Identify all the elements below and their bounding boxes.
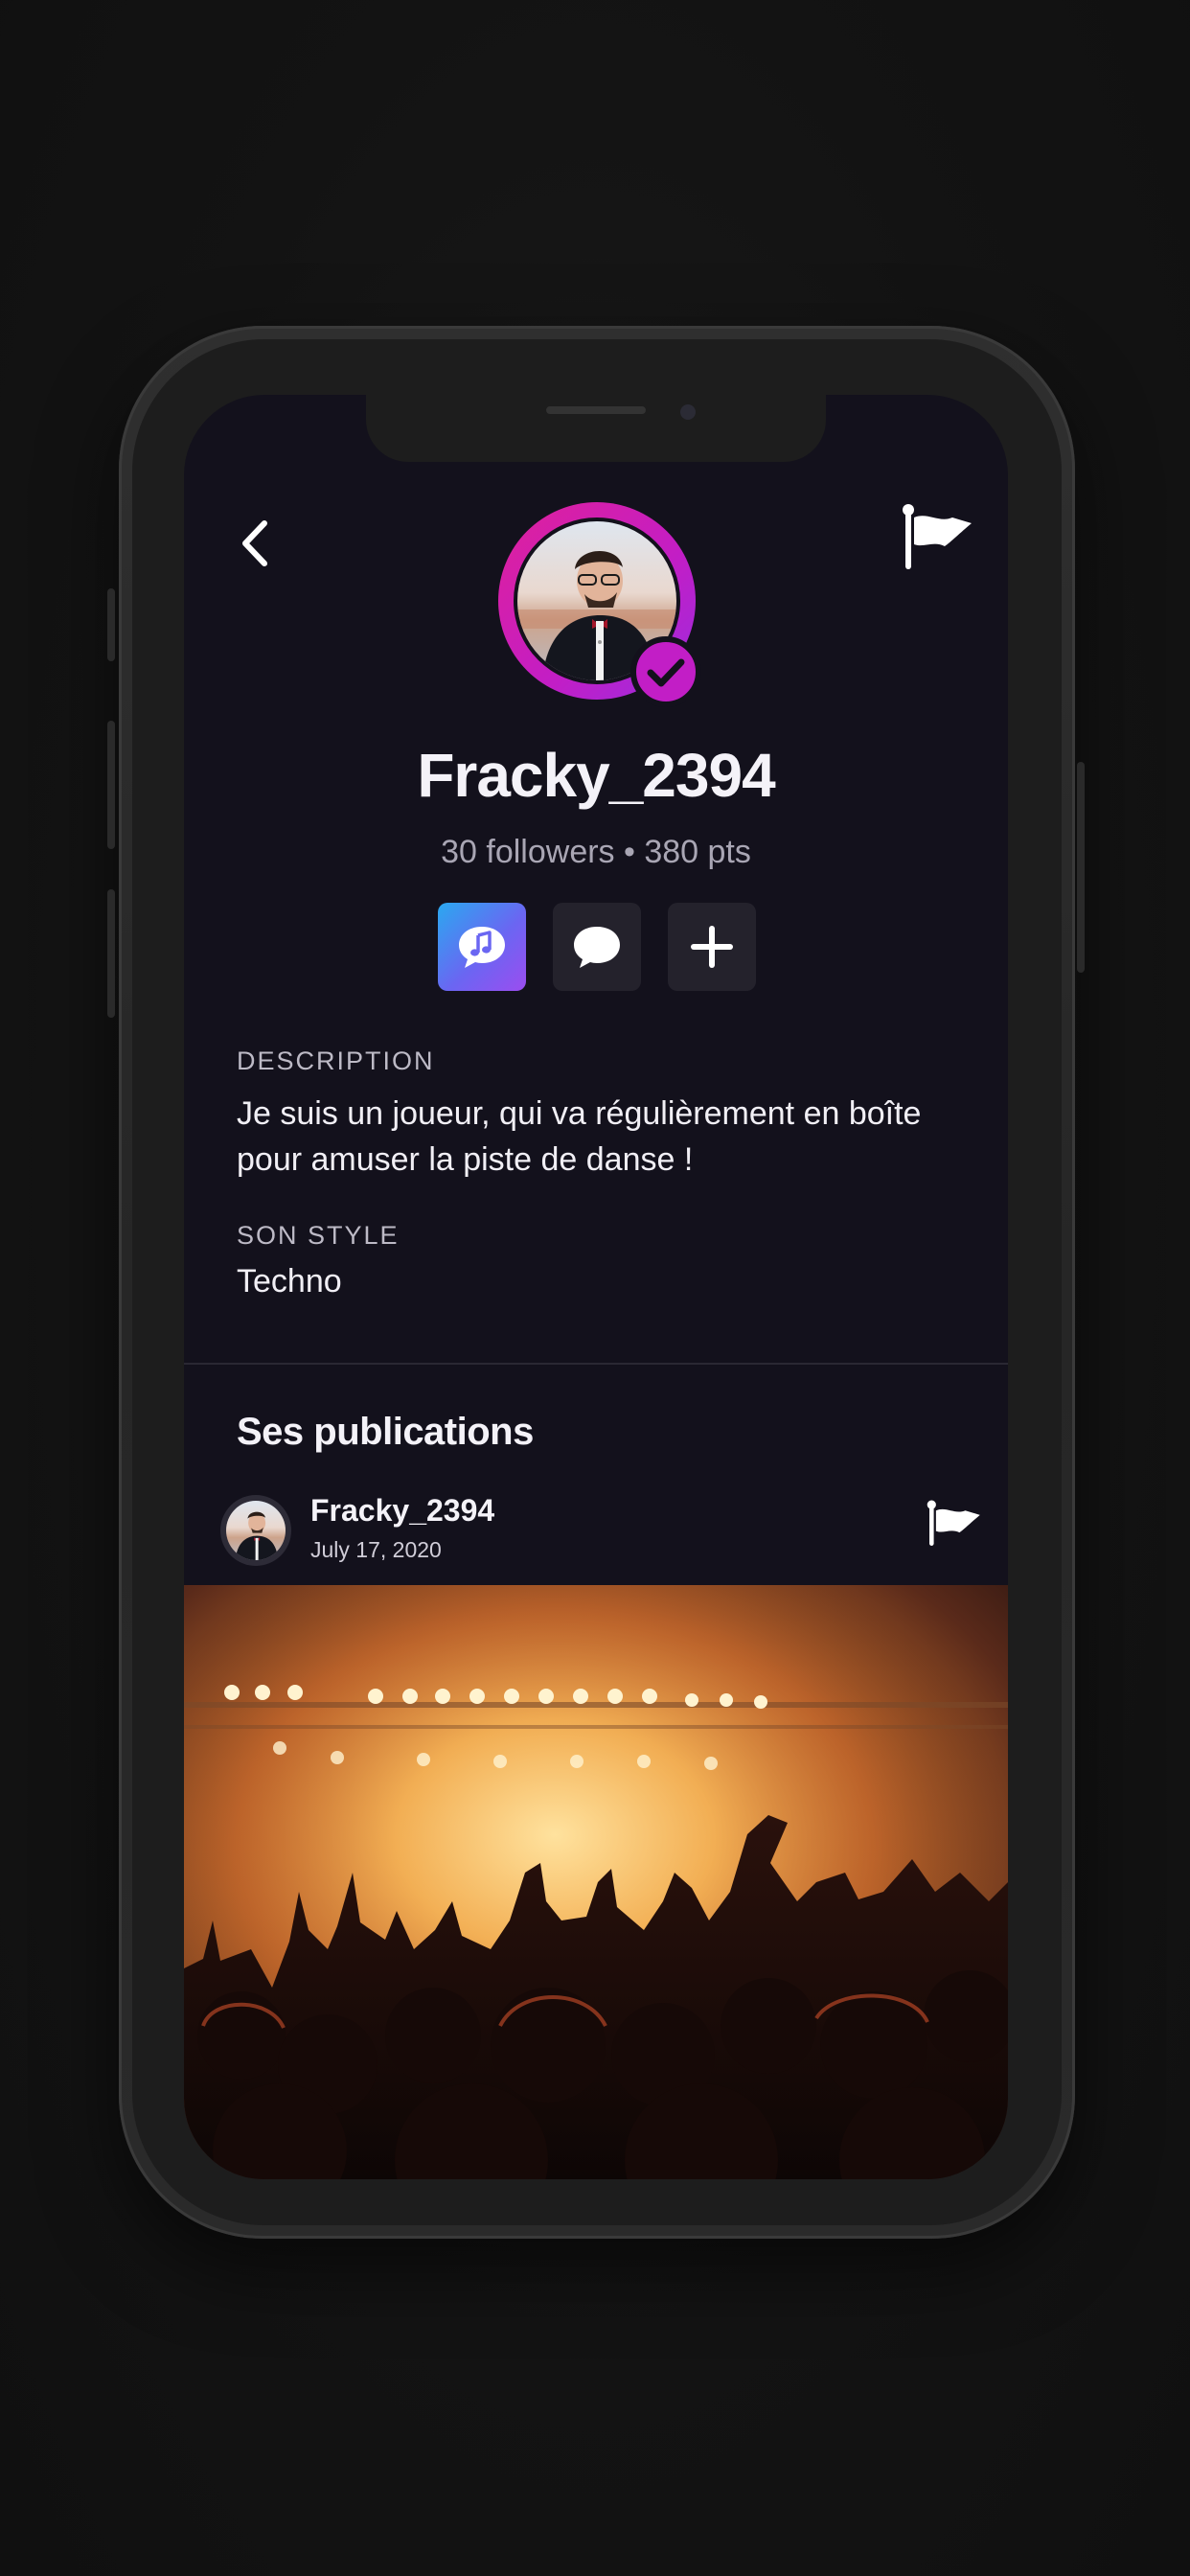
notch: [366, 395, 826, 462]
front-camera: [680, 404, 696, 420]
message-button[interactable]: [553, 903, 641, 991]
plus-icon: [691, 926, 733, 968]
post-image[interactable]: [184, 1585, 1008, 2179]
volume-up-button: [107, 721, 115, 849]
silent-switch: [107, 588, 115, 661]
style-label: SON STYLE: [237, 1221, 400, 1250]
section-divider: [184, 1363, 1008, 1365]
follow-button[interactable]: [668, 903, 756, 991]
post-author-name[interactable]: Fracky_2394: [310, 1493, 494, 1529]
flag-icon: [903, 504, 972, 569]
post-author-avatar[interactable]: [220, 1495, 291, 1566]
speaker-grille: [546, 406, 646, 414]
description-label: DESCRIPTION: [237, 1046, 435, 1075]
report-post-button[interactable]: [926, 1499, 983, 1549]
music-chat-icon: [459, 927, 505, 968]
volume-down-button: [107, 889, 115, 1018]
background: Fracky_2394 30 followers • 380 pts DESCR…: [0, 0, 1190, 2576]
post-avatar-photo: [226, 1501, 286, 1560]
style-value: Techno: [237, 1263, 342, 1300]
concert-crowd-photo: [184, 1585, 1008, 2179]
chat-bubble-icon: [574, 927, 620, 968]
flag-icon: [927, 1500, 980, 1546]
report-button[interactable]: [901, 502, 975, 575]
post-date: July 17, 2020: [310, 1537, 442, 1562]
profile-screen: Fracky_2394 30 followers • 380 pts DESCR…: [184, 395, 1008, 2179]
check-icon: [647, 658, 685, 687]
profile-stats: 30 followers • 380 pts: [441, 834, 751, 870]
power-button: [1077, 762, 1085, 973]
person-portrait-small: [235, 1511, 279, 1560]
publications-title: Ses publications: [237, 1411, 534, 1453]
verified-badge: [630, 636, 701, 707]
chevron-left-icon: [242, 520, 267, 566]
profile-username: Fracky_2394: [417, 741, 775, 810]
description-text: Je suis un joueur, qui va régulièrement …: [237, 1095, 922, 1178]
back-button[interactable]: [234, 510, 282, 577]
music-chat-button[interactable]: [438, 903, 526, 991]
